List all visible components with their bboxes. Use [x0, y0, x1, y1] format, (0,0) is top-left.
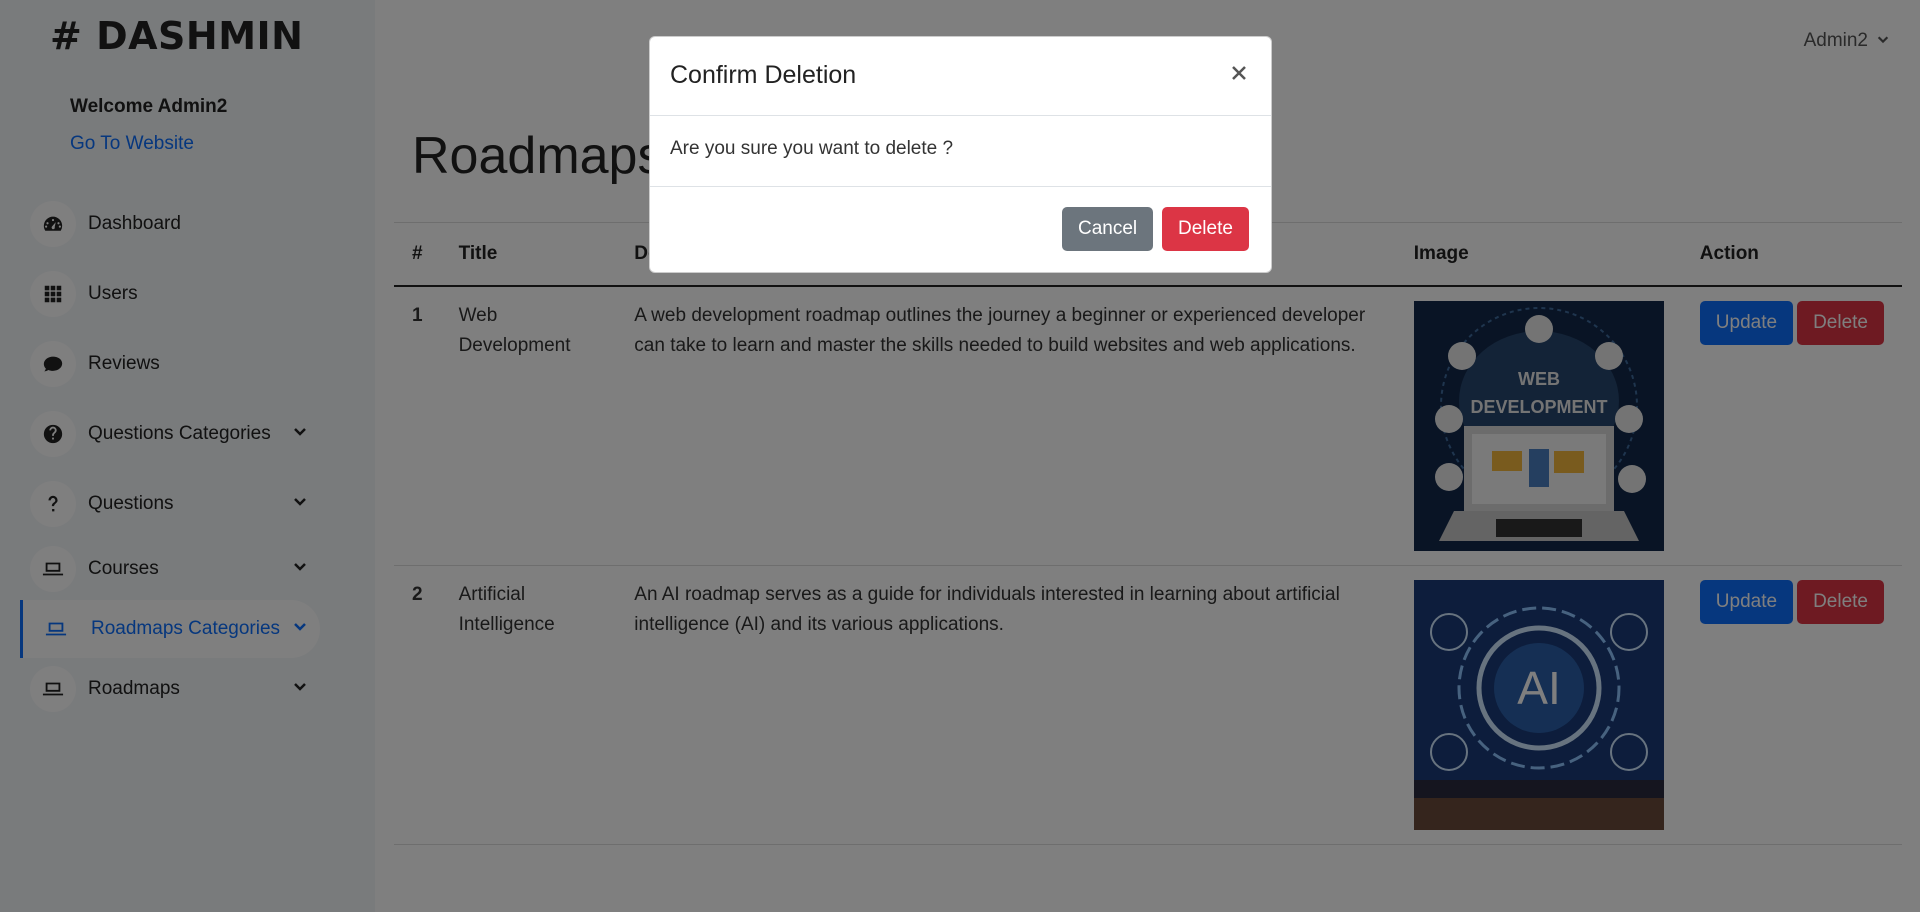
modal-title: Confirm Deletion — [670, 61, 857, 89]
modal-header: Confirm Deletion — [650, 37, 1271, 116]
modal-body: Are you sure you want to delete ? — [650, 116, 1271, 187]
confirm-delete-button[interactable]: Delete — [1162, 207, 1249, 251]
cancel-button[interactable]: Cancel — [1062, 207, 1154, 251]
confirm-deletion-modal: Confirm Deletion Are you sure you want t… — [649, 36, 1272, 273]
close-icon[interactable] — [1227, 61, 1251, 85]
modal-message: Are you sure you want to delete ? — [670, 138, 954, 159]
modal-footer: Cancel Delete — [650, 187, 1271, 273]
